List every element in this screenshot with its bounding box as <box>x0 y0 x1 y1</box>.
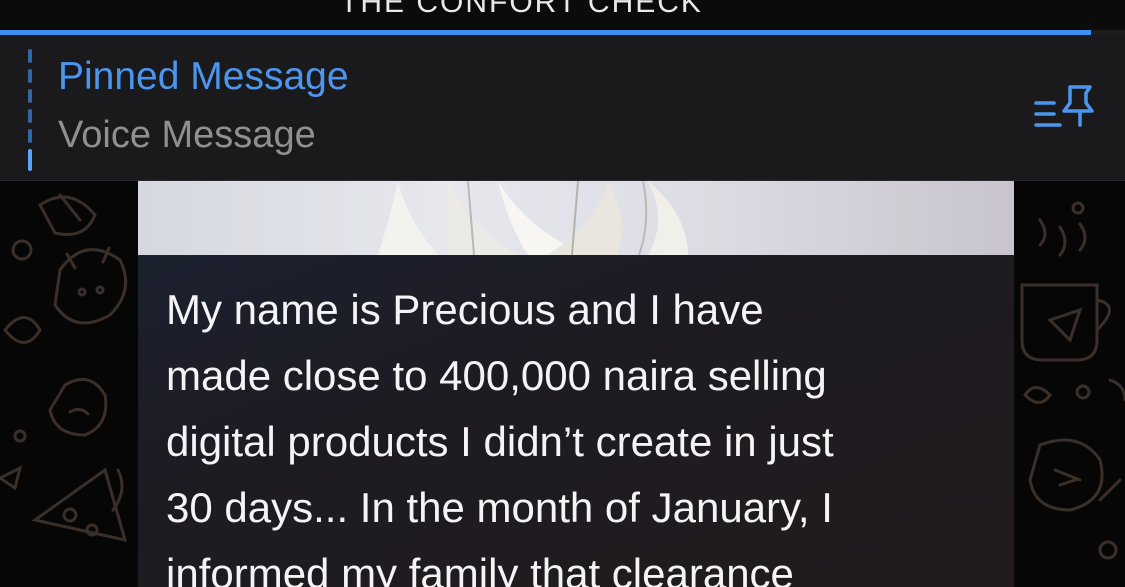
pinned-subtitle: Voice Message <box>58 114 316 156</box>
chat-header-strip: THE CONFORT CHECK <box>0 0 1125 30</box>
pinned-message-bar[interactable]: Pinned Message Voice Message <box>0 35 1125 181</box>
message-bubble[interactable]: My name is Precious and I have made clos… <box>138 181 1014 587</box>
chat-screen: THE CONFORT CHECK Pinned Message Voice M… <box>0 0 1125 587</box>
pinned-title: Pinned Message <box>58 55 349 98</box>
chat-title-partial: THE CONFORT CHECK <box>340 0 703 19</box>
message-photo[interactable] <box>138 181 1014 255</box>
photo-content <box>378 181 688 255</box>
pin-list-icon <box>1034 85 1094 127</box>
message-text: My name is Precious and I have made clos… <box>166 286 834 587</box>
pinned-list-button[interactable] <box>1028 81 1100 137</box>
pinned-position-indicator <box>28 49 32 171</box>
